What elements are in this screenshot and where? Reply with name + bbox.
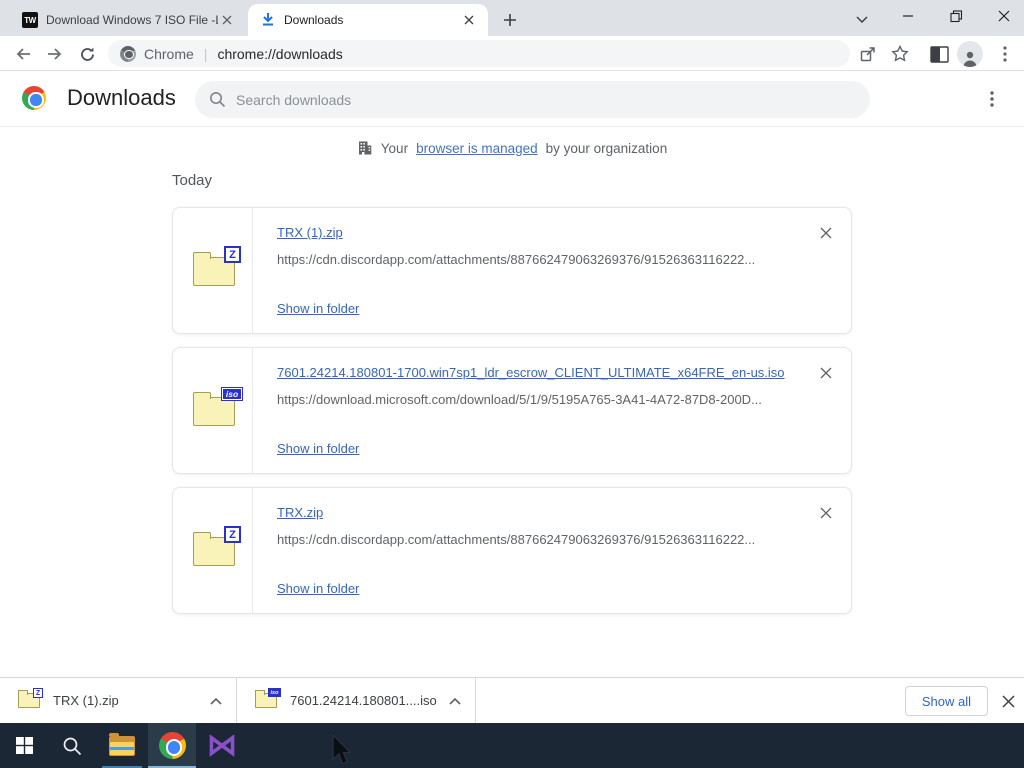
managed-text-prefix: Your	[380, 140, 409, 156]
iso-file-icon: iso	[193, 387, 243, 426]
zip-badge: Z	[224, 246, 241, 263]
chrome-logo-icon	[22, 86, 46, 110]
tab-download-windows7[interactable]: TW Download Windows 7 ISO File -L	[10, 4, 246, 36]
chrome-taskbar-button[interactable]	[148, 723, 196, 768]
download-filename-link[interactable]: TRX (1).zip	[277, 225, 343, 240]
file-icon-column: iso	[173, 348, 253, 473]
managed-browser-notice: Your browser is managed by your organiza…	[0, 140, 1024, 156]
show-in-folder-link[interactable]: Show in folder	[277, 441, 359, 456]
chevron-up-icon[interactable]	[449, 692, 461, 710]
download-source-url: https://cdn.discordapp.com/attachments/8…	[277, 252, 756, 267]
shelf-chip-label: 7601.24214.180801....iso	[290, 693, 437, 708]
back-button[interactable]	[10, 41, 36, 67]
zip-badge: Z	[224, 526, 241, 543]
url-text: chrome://downloads	[217, 45, 343, 62]
address-bar[interactable]: Chrome | chrome://downloads	[108, 40, 850, 67]
new-tab-button[interactable]	[498, 8, 522, 32]
visual-studio-button[interactable]: ⋈	[198, 723, 246, 768]
windows-taskbar: ⋈ 8:28 AM 3/13/2023 5	[0, 723, 1024, 768]
download-source-url: https://download.microsoft.com/download/…	[277, 392, 762, 407]
zip-file-icon: Z	[193, 526, 241, 566]
bookmark-star-icon[interactable]	[887, 41, 913, 67]
search-icon	[210, 92, 226, 108]
zip-file-icon: Z	[193, 246, 241, 286]
start-button[interactable]	[0, 723, 48, 768]
tab-title: Download Windows 7 ISO File -L	[46, 13, 218, 27]
download-source-url: https://cdn.discordapp.com/attachments/8…	[277, 532, 756, 547]
download-shelf: Z TRX (1).zip iso 7601.24214.180801....i…	[0, 677, 1024, 723]
section-label-today: Today	[172, 172, 213, 189]
browser-window: TW Download Windows 7 ISO File -L Downlo…	[0, 0, 1024, 768]
remove-download-icon[interactable]	[815, 222, 837, 244]
mouse-cursor	[332, 733, 354, 768]
download-card: Z TRX (1).zip https://cdn.discordapp.com…	[172, 207, 852, 334]
page-menu-kebab-icon[interactable]	[981, 88, 1003, 110]
download-favicon-icon	[260, 11, 276, 30]
side-panel-icon[interactable]	[926, 41, 952, 67]
download-filename-link[interactable]: TRX.zip	[277, 505, 323, 520]
download-card: iso 7601.24214.180801-1700.win7sp1_ldr_e…	[172, 347, 852, 474]
show-in-folder-link[interactable]: Show in folder	[277, 301, 359, 316]
shelf-download-chip[interactable]: iso 7601.24214.180801....iso	[237, 678, 476, 723]
forward-button[interactable]	[42, 41, 68, 67]
downloads-page-header: Downloads	[0, 72, 1024, 127]
organization-building-icon	[358, 141, 372, 155]
profile-avatar[interactable]	[957, 41, 983, 67]
page-title: Downloads	[67, 85, 176, 110]
iso-file-icon: iso	[255, 688, 281, 708]
file-explorer-button[interactable]	[98, 723, 146, 768]
zip-file-icon: Z	[18, 688, 43, 708]
show-all-button[interactable]: Show all	[904, 686, 988, 716]
zip-badge: Z	[33, 688, 43, 698]
separator: |	[203, 45, 208, 62]
tw-favicon-icon: TW	[22, 12, 38, 28]
reload-button[interactable]	[74, 41, 100, 67]
managed-link[interactable]: browser is managed	[416, 141, 538, 156]
file-explorer-icon	[109, 732, 135, 756]
shelf-chip-label: TRX (1).zip	[53, 693, 119, 708]
window-minimize-button[interactable]	[888, 0, 928, 32]
iso-badge: iso	[221, 387, 243, 401]
tab-strip: TW Download Windows 7 ISO File -L Downlo…	[0, 0, 1024, 36]
chevron-up-icon[interactable]	[210, 692, 222, 710]
browser-menu-kebab-icon[interactable]	[992, 41, 1018, 67]
search-input[interactable]	[236, 91, 816, 108]
tab-downloads-active[interactable]: Downloads	[248, 4, 488, 36]
shelf-close-icon[interactable]	[998, 691, 1018, 711]
visual-studio-icon: ⋈	[207, 728, 237, 762]
window-restore-button[interactable]	[936, 0, 976, 32]
iso-badge: iso	[268, 688, 281, 697]
chrome-site-icon	[120, 45, 136, 62]
managed-text-suffix: by your organization	[545, 140, 668, 156]
tab-close-icon[interactable]	[460, 11, 478, 29]
share-icon[interactable]	[855, 41, 881, 67]
downloads-search-box[interactable]	[195, 81, 870, 118]
file-icon-column: Z	[173, 208, 253, 333]
download-filename-link[interactable]: 7601.24214.180801-1700.win7sp1_ldr_escro…	[277, 365, 785, 380]
browser-toolbar: Chrome | chrome://downloads	[0, 36, 1024, 71]
tab-close-icon[interactable]	[218, 11, 236, 29]
show-in-folder-link[interactable]: Show in folder	[277, 581, 359, 596]
download-card: Z TRX.zip https://cdn.discordapp.com/att…	[172, 487, 852, 614]
tab-search-chevron-icon[interactable]	[850, 8, 874, 32]
shelf-download-chip[interactable]: Z TRX (1).zip	[0, 678, 237, 723]
file-icon-column: Z	[173, 488, 253, 613]
window-close-button[interactable]	[984, 0, 1024, 32]
remove-download-icon[interactable]	[815, 502, 837, 524]
taskbar-search-button[interactable]	[48, 723, 96, 768]
remove-download-icon[interactable]	[815, 362, 837, 384]
site-label: Chrome	[144, 45, 194, 62]
chrome-icon	[158, 732, 186, 759]
tab-title: Downloads	[284, 13, 344, 27]
